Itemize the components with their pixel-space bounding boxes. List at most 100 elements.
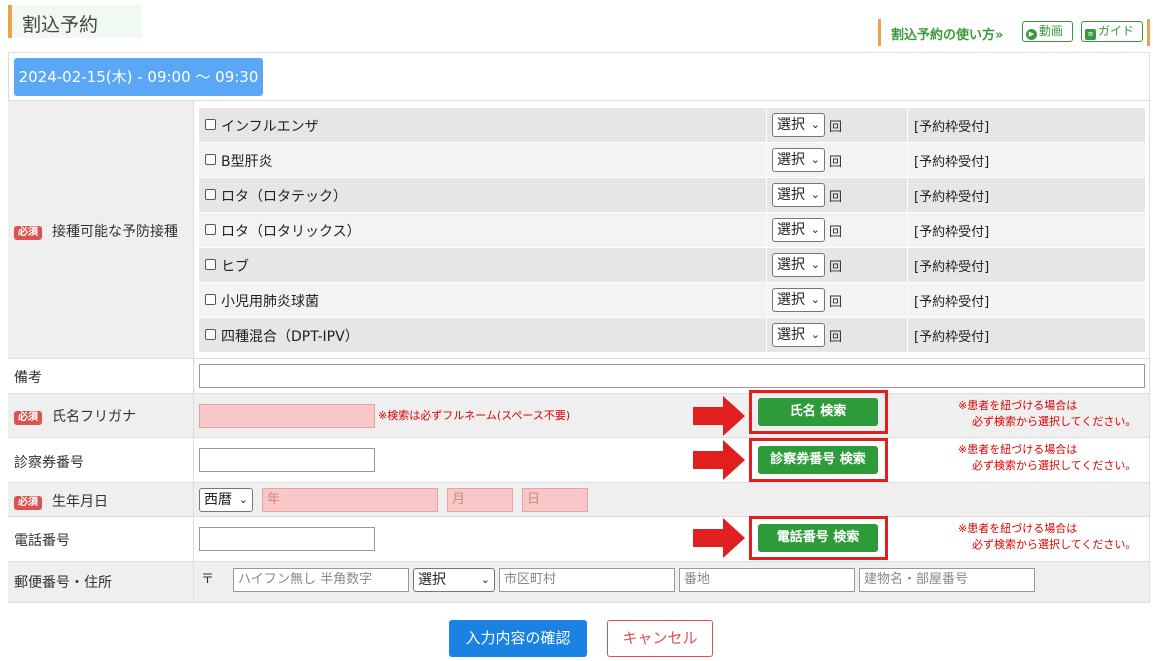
phone-input[interactable] <box>199 527 375 551</box>
divider <box>766 248 767 282</box>
count-select[interactable]: 選択 ⌄ <box>772 148 825 172</box>
divider <box>766 213 767 247</box>
divider <box>907 143 908 177</box>
furigana-label: 必須 氏名フリガナ <box>14 406 136 426</box>
slot-status: [予約枠受付] <box>914 190 990 205</box>
chevron-down-icon: ⌄ <box>810 223 820 236</box>
divider <box>766 178 767 212</box>
card-number-label: 診察券番号 <box>14 455 84 471</box>
birthdate-label: 必須 生年月日 <box>14 491 108 511</box>
highlight-box: 電話番号 検索 <box>749 516 888 560</box>
city-input[interactable]: 市区町村 <box>499 568 675 592</box>
play-icon: ▶ <box>1026 29 1037 40</box>
count-unit: 回 <box>829 225 843 240</box>
chevron-down-icon: ⌄ <box>810 328 820 341</box>
cancel-button[interactable]: キャンセル <box>607 620 713 657</box>
link-note: ※患者を紐づける場合は 必ず検索から選択してください。 <box>958 399 1137 428</box>
divider <box>907 178 908 212</box>
divider <box>8 358 1150 359</box>
vaccine-name: インフルエンザ <box>221 119 319 135</box>
prefecture-select[interactable]: 選択 ⌄ <box>413 568 495 592</box>
slot-status: [予約枠受付] <box>914 225 990 240</box>
divider <box>907 108 908 142</box>
vaccine-name: B型肝炎 <box>221 154 273 170</box>
vaccine-checkbox[interactable] <box>205 329 216 340</box>
link-note: ※患者を紐づける場合は 必ず検索から選択してください。 <box>958 443 1137 472</box>
divider <box>907 213 908 247</box>
vaccine-name: 小児用肺炎球菌 <box>221 294 319 310</box>
vaccines-label: 必須 接種可能な予防接種 <box>14 221 178 241</box>
name-search-button[interactable]: 氏名 検索 <box>758 398 878 426</box>
divider <box>8 516 1150 517</box>
vaccine-checkbox[interactable] <box>205 189 216 200</box>
divider <box>8 100 1150 101</box>
count-select[interactable]: 選択 ⌄ <box>772 218 825 242</box>
phone-search-button[interactable]: 電話番号 検索 <box>758 524 878 552</box>
vaccine-row: ロタ（ロタテック） 選択 ⌄ 回 [予約枠受付] <box>199 178 1145 212</box>
building-input[interactable]: 建物名・部屋番号 <box>859 568 1035 592</box>
chevron-down-icon: ⌄ <box>810 118 820 131</box>
required-badge: 必須 <box>14 411 42 425</box>
vaccine-checkbox[interactable] <box>205 294 216 305</box>
page-title-box: 割込予約 <box>8 5 142 38</box>
count-unit: 回 <box>829 155 843 170</box>
help-link[interactable]: 割込予約の使い方» <box>891 24 1003 43</box>
guide-button[interactable]: ≡ ガイド <box>1081 21 1143 42</box>
count-unit: 回 <box>829 190 843 205</box>
required-badge: 必須 <box>14 226 42 240</box>
divider <box>766 318 767 352</box>
video-button[interactable]: ▶ 動画 <box>1022 21 1073 42</box>
postal-mark: 〒 <box>201 572 215 587</box>
remarks-label: 備考 <box>14 370 42 386</box>
chevron-down-icon: ⌄ <box>238 493 248 506</box>
page-title: 割込予約 <box>22 14 99 36</box>
highlight-box: 診察券番号 検索 <box>749 438 888 482</box>
count-select[interactable]: 選択 ⌄ <box>772 253 825 277</box>
chevron-down-icon: ⌄ <box>810 188 820 201</box>
furigana-input[interactable] <box>199 404 375 428</box>
count-select[interactable]: 選択 ⌄ <box>772 288 825 312</box>
highlight-box: 氏名 検索 <box>749 390 888 434</box>
link-note: ※患者を紐づける場合は 必ず検索から選択してください。 <box>958 522 1137 551</box>
count-unit: 回 <box>829 260 843 275</box>
count-unit: 回 <box>829 295 843 310</box>
street-number-input[interactable]: 番地 <box>679 568 855 592</box>
divider <box>766 283 767 317</box>
postal-code-input[interactable]: ハイフン無し 半角数字 <box>233 568 409 592</box>
chevron-down-icon: ⌄ <box>810 293 820 306</box>
chevron-down-icon: ⌄ <box>480 573 490 586</box>
vaccine-checkbox[interactable] <box>205 154 216 165</box>
card-number-search-button[interactable]: 診察券番号 検索 <box>758 446 878 474</box>
count-select[interactable]: 選択 ⌄ <box>772 183 825 207</box>
birth-year-input[interactable]: 年 <box>262 488 438 512</box>
count-unit: 回 <box>829 120 843 135</box>
count-unit: 回 <box>829 330 843 345</box>
divider <box>8 561 1150 562</box>
slot-status: [予約枠受付] <box>914 260 990 275</box>
count-select[interactable]: 選択 ⌄ <box>772 113 825 137</box>
document-icon: ≡ <box>1085 29 1096 40</box>
vaccine-row: B型肝炎 選択 ⌄ 回 [予約枠受付] <box>199 143 1145 177</box>
red-arrow-icon <box>693 440 745 480</box>
vaccine-name: ロタ（ロタリックス） <box>221 224 361 240</box>
remarks-input[interactable] <box>199 364 1145 388</box>
vaccine-checkbox[interactable] <box>205 119 216 130</box>
birth-month-input[interactable]: 月 <box>447 488 513 512</box>
divider <box>907 318 908 352</box>
count-select[interactable]: 選択 ⌄ <box>772 323 825 347</box>
chevron-down-icon: ⌄ <box>810 258 820 271</box>
chevron-down-icon: ⌄ <box>810 153 820 166</box>
phone-label: 電話番号 <box>14 533 70 549</box>
era-select[interactable]: 西暦 ⌄ <box>199 488 253 512</box>
confirm-button[interactable]: 入力内容の確認 <box>449 620 587 657</box>
vaccine-checkbox[interactable] <box>205 224 216 235</box>
slot-status: [予約枠受付] <box>914 120 990 135</box>
vaccine-name: 四種混合（DPT-IPV） <box>221 329 359 345</box>
vaccine-row: インフルエンザ 選択 ⌄ 回 [予約枠受付] <box>199 108 1145 142</box>
slot-status: [予約枠受付] <box>914 155 990 170</box>
card-number-input[interactable] <box>199 448 375 472</box>
divider <box>766 108 767 142</box>
vaccine-checkbox[interactable] <box>205 259 216 270</box>
date-slot-button[interactable]: 2024-02-15(木) - 09:00 〜 09:30 <box>14 58 263 96</box>
birth-day-input[interactable]: 日 <box>522 488 588 512</box>
